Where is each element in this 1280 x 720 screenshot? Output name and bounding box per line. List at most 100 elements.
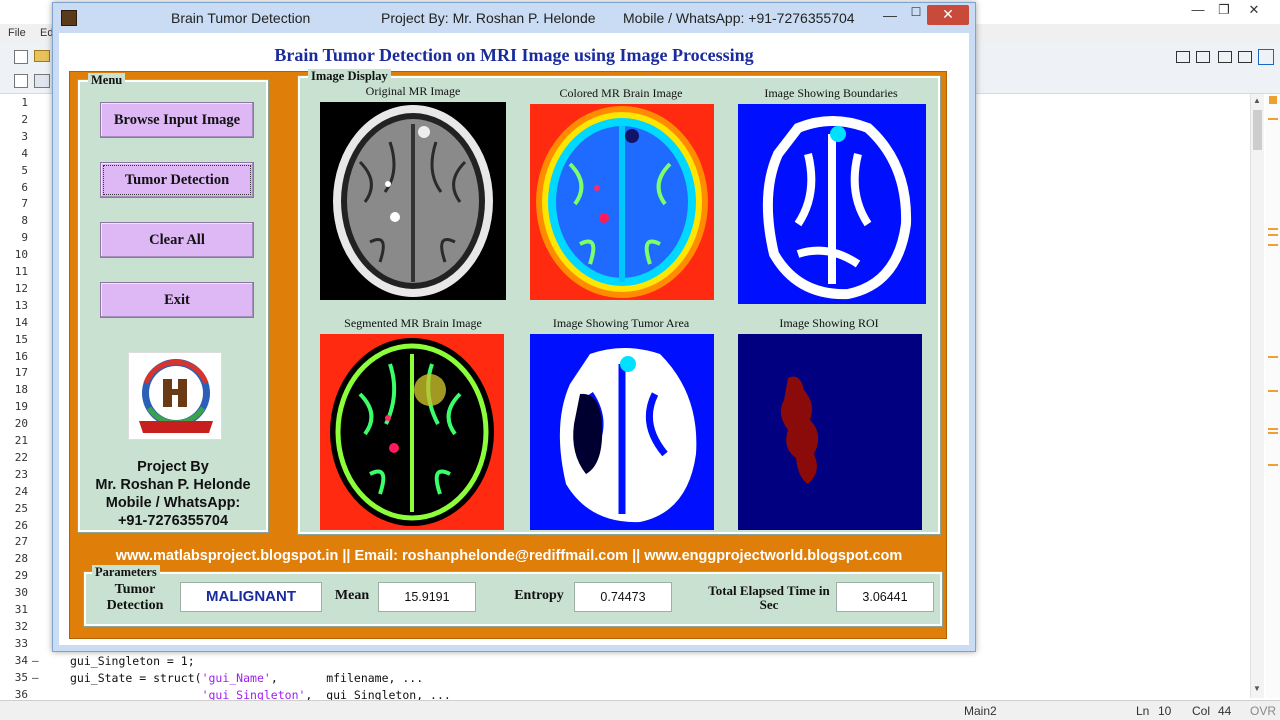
breakpoint-dash[interactable]: –: [32, 671, 39, 684]
caption-boundaries: Image Showing Boundaries: [764, 86, 898, 100]
line-number: 36: [14, 687, 28, 701]
author-credit: Project By Mr. Roshan P. Helonde Mobile …: [95, 459, 251, 529]
image-display-panel: Image Display Original MR Image Colored …: [297, 69, 941, 535]
tumor-area-image: [530, 334, 714, 530]
line-number: 19: [14, 400, 28, 414]
menu-panel: Menu Browse Input Image Tumor Detection …: [77, 73, 269, 533]
status-col: 44: [1218, 704, 1232, 718]
browse-input-image-button[interactable]: Browse Input Image: [100, 102, 254, 138]
line-number: 2: [21, 112, 28, 126]
mean-label: Mean: [334, 588, 370, 603]
scroll-thumb[interactable]: [1253, 110, 1262, 150]
tumor-detection-button[interactable]: Tumor Detection: [100, 162, 254, 198]
matlab-app-icon: [61, 10, 77, 26]
boundaries-image: [738, 104, 926, 304]
caption-colored: Colored MR Brain Image: [559, 86, 683, 100]
line-number: 4: [21, 146, 28, 160]
elapsed-time-field: 3.06441: [836, 582, 934, 612]
line-number: 33: [14, 636, 28, 650]
close-icon[interactable]: ✕: [927, 5, 969, 25]
status-mode: OVR: [1250, 704, 1277, 718]
caption-original: Original MR Image: [365, 84, 461, 98]
entropy-value-field: 0.74473: [574, 582, 672, 612]
maximize-icon[interactable]: ☐: [905, 5, 927, 23]
editor-restore-icon[interactable]: ❐: [1212, 0, 1236, 22]
float-window-icon[interactable]: [1238, 51, 1252, 63]
status-bar: Main2 Ln 10 Col 44 OVR: [0, 700, 1280, 720]
new-file-icon[interactable]: [14, 50, 28, 64]
window-project: Project By: Mr. Roshan P. Helonde: [381, 10, 596, 26]
page-title: Brain Tumor Detection on MRI Image using…: [274, 45, 754, 65]
gui-window: Brain Tumor Detection Project By: Mr. Ro…: [52, 2, 976, 652]
scroll-down-icon[interactable]: ▼: [1253, 684, 1262, 693]
line-number: 14: [14, 315, 28, 329]
line-number-gutter: 1 2 3 4 5 6 7 8 9 10 11 12 13 14 15 16 17 18 19 20 21 22 23 24 2…: [0, 94, 50, 701]
clear-all-button[interactable]: Clear All: [100, 222, 254, 258]
line-number: 20: [14, 417, 28, 431]
line-number: 29: [14, 569, 28, 583]
mean-value-field: 15.9191: [378, 582, 476, 612]
contact-links: www.matlabsproject.blogspot.in || Email:…: [115, 548, 903, 564]
line-number: 11: [14, 265, 28, 278]
status-ln: 10: [1158, 704, 1172, 718]
roi-image: [738, 334, 922, 530]
status-file: Main2: [964, 704, 997, 718]
line-number: 26: [14, 518, 28, 532]
caption-segmented: Segmented MR Brain Image: [344, 316, 482, 330]
line-number: 6: [21, 180, 28, 194]
status-col-label: Col: [1192, 704, 1211, 718]
minimize-icon[interactable]: —: [879, 7, 901, 25]
line-number: 13: [14, 298, 28, 312]
line-number: 35: [14, 670, 28, 684]
editor-scrollbar[interactable]: ▲ ▼: [1250, 94, 1264, 698]
segmented-mr-image: [320, 334, 504, 530]
exit-button[interactable]: Exit: [100, 282, 254, 318]
main-frame: Menu Browse Input Image Tumor Detection …: [69, 69, 947, 639]
line-number: 34: [14, 653, 28, 667]
line-number: 24: [14, 484, 28, 498]
caption-roi: Image Showing ROI: [779, 316, 879, 330]
menu-panel-title: Menu: [88, 73, 126, 87]
line-number: 22: [14, 450, 28, 464]
window-mobile: Mobile / WhatsApp: +91-7276355704: [623, 10, 855, 26]
save-icon[interactable]: [34, 74, 50, 88]
line-number: 32: [14, 619, 28, 633]
line-number: 30: [14, 586, 28, 600]
line-number: 27: [14, 535, 28, 549]
line-number: 7: [21, 197, 28, 211]
line-number: 9: [21, 231, 28, 245]
tile-rows-icon[interactable]: [1218, 51, 1232, 63]
menu-file[interactable]: File: [8, 27, 26, 39]
code-line[interactable]: gui_Singleton = 1;: [70, 654, 195, 668]
window-title-bar[interactable]: Brain Tumor Detection Project By: Mr. Ro…: [53, 3, 975, 33]
editor-close-icon[interactable]: ✕: [1240, 0, 1268, 22]
line-number: 31: [14, 603, 28, 616]
author-logo: [128, 352, 222, 440]
scroll-up-icon[interactable]: ▲: [1253, 96, 1262, 105]
line-number: 8: [21, 214, 28, 228]
line-number: 10: [14, 248, 28, 262]
line-number: 23: [14, 467, 28, 481]
window-title: Brain Tumor Detection: [171, 10, 311, 26]
parameters-title: Parameters: [92, 565, 160, 579]
line-number: 18: [14, 383, 28, 397]
tile-grid-icon[interactable]: [1176, 51, 1190, 63]
indent-icon[interactable]: [14, 74, 28, 88]
line-number: 15: [14, 332, 28, 346]
editor-minimize-icon[interactable]: —: [1186, 0, 1210, 22]
figure-area: Brain Tumor Detection on MRI Image using…: [59, 33, 969, 645]
colored-mr-image: [530, 104, 714, 300]
open-folder-icon[interactable]: [34, 50, 50, 62]
breakpoint-dash[interactable]: –: [32, 654, 39, 667]
entropy-label: Entropy: [514, 588, 564, 603]
tile-columns-icon[interactable]: [1196, 51, 1210, 63]
line-number: 21: [14, 434, 28, 447]
line-number: 17: [14, 366, 28, 380]
image-display-title: Image Display: [308, 69, 391, 83]
elapsed-time-label: Total Elapsed Time in Sec: [708, 583, 830, 612]
warning-indicator-icon[interactable]: [1269, 96, 1277, 104]
maximize-view-icon[interactable]: [1258, 49, 1274, 65]
line-number: 25: [14, 501, 28, 515]
code-line[interactable]: gui_State = struct('gui_Name', mfilename…: [70, 671, 423, 685]
line-number: 28: [14, 552, 28, 566]
